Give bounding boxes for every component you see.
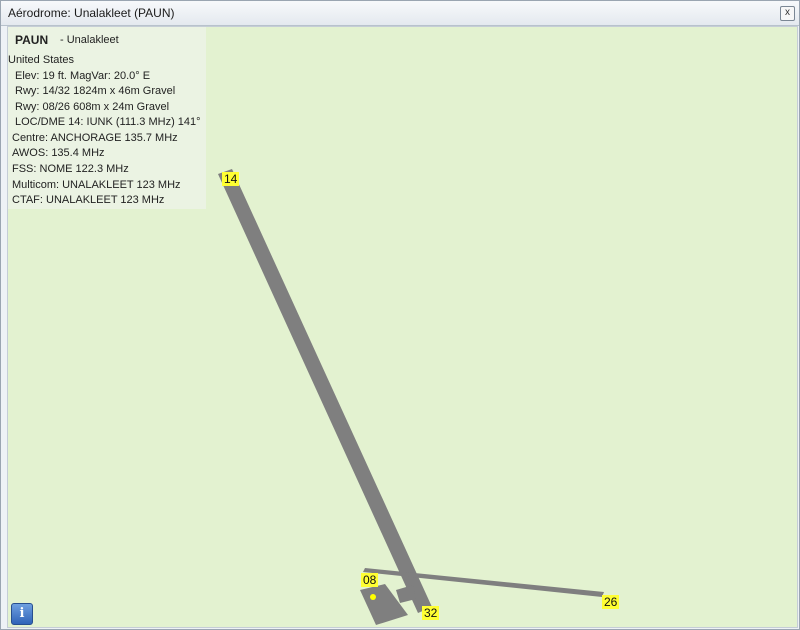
- info-button[interactable]: i: [11, 603, 33, 625]
- aerodrome-map[interactable]: PAUN - Unalakleet United States Elev: 19…: [7, 26, 798, 628]
- info-panel: PAUN - Unalakleet United States Elev: 19…: [8, 27, 206, 209]
- title-bar[interactable]: Aérodrome: Unalakleet (PAUN) x: [1, 1, 799, 26]
- aerodrome-window: Aérodrome: Unalakleet (PAUN) x PAUN - Un…: [0, 0, 800, 630]
- info-line: Multicom: UNALAKLEET 123 MHz: [12, 179, 181, 191]
- info-line: AWOS: 135.4 MHz: [12, 147, 105, 159]
- info-icon: i: [19, 606, 25, 621]
- runway-label-08: 08: [361, 573, 379, 587]
- country: United States: [8, 54, 75, 66]
- runway-14-32: [218, 169, 432, 613]
- aerodrome-marker: [370, 594, 376, 600]
- info-line: CTAF: UNALAKLEET 123 MHz: [12, 194, 165, 206]
- airport-code: PAUN: [15, 33, 49, 47]
- info-line: FSS: NOME 122.3 MHz: [12, 163, 129, 175]
- airport-name: - Unalakleet: [60, 34, 119, 46]
- close-button[interactable]: x: [780, 6, 795, 21]
- runway-label-26: 26: [602, 595, 620, 609]
- info-line: Centre: ANCHORAGE 135.7 MHz: [12, 132, 178, 144]
- info-line: Elev: 19 ft. MagVar: 20.0° E: [15, 70, 151, 82]
- info-line: Rwy: 08/26 608m x 24m Gravel: [15, 101, 170, 113]
- close-icon: x: [785, 7, 790, 18]
- window-title: Aérodrome: Unalakleet (PAUN): [8, 6, 175, 20]
- runway-label-32: 32: [422, 606, 440, 620]
- info-line: LOC/DME 14: IUNK (111.3 MHz) 141°: [15, 116, 201, 128]
- runway-label-14: 14: [222, 172, 240, 186]
- info-line: Rwy: 14/32 1824m x 46m Gravel: [15, 85, 176, 97]
